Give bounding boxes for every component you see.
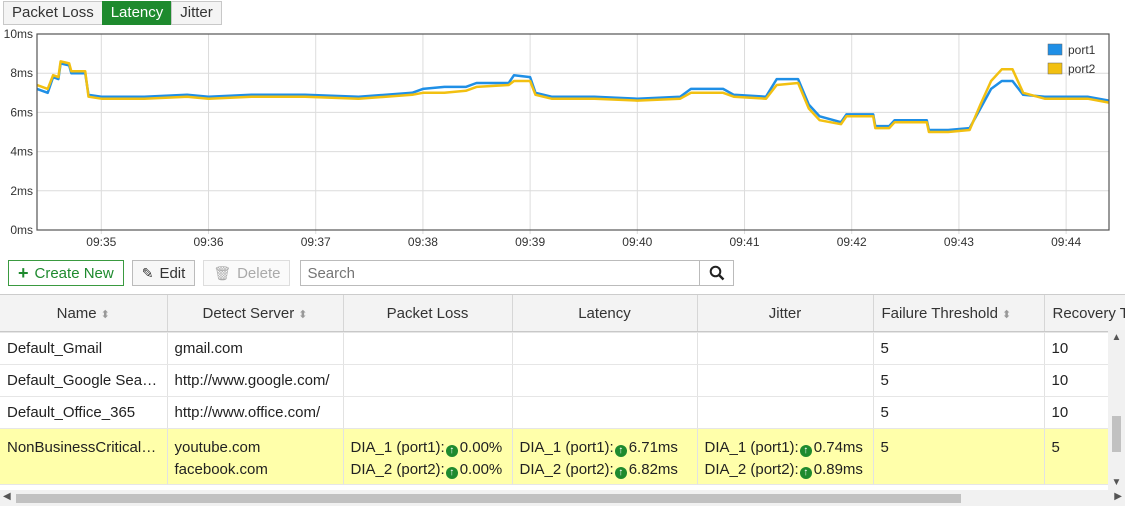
tab-jitter[interactable]: Jitter — [171, 1, 222, 25]
legend-swatch-port1 — [1047, 43, 1063, 56]
cell-server: http://www.office.com/ — [167, 396, 344, 429]
plus-icon: + — [18, 262, 29, 283]
cell-name: NonBusinessCritical_... — [0, 428, 168, 485]
scroll-left-icon[interactable]: ◀ — [3, 491, 11, 502]
vertical-scrollbar[interactable]: ▲ ▼ — [1108, 330, 1125, 490]
sla-table: Name ⬍ Detect Server ⬍ Packet Loss Latency… — [0, 294, 1125, 507]
trash-icon: 🗑 — [213, 264, 232, 281]
cell-latency: DIA_1 (port1): ↑ 6.71ms DIA_2 (port2): ↑ 6.8… — [512, 428, 698, 485]
tab-packet-loss[interactable]: Packet Loss — [3, 1, 103, 25]
legend-label-port2: port2 — [1068, 62, 1096, 76]
col-header-jitter[interactable]: Jitter — [697, 295, 874, 332]
y-tick-label: 8ms — [10, 66, 33, 80]
scroll-right-icon[interactable]: ▶ — [1114, 491, 1122, 502]
col-header-latency[interactable]: Latency — [512, 295, 698, 332]
x-tick-label: 09:41 — [730, 235, 760, 249]
search-button[interactable] — [700, 260, 735, 286]
cell-name: Default_Office_365 — [0, 396, 168, 429]
x-tick-label: 09:39 — [515, 235, 545, 249]
table-row[interactable]: Default_Google Search http://www.google.… — [0, 364, 1125, 397]
scroll-up-icon[interactable]: ▲ — [1108, 332, 1125, 343]
legend-label-port1: port1 — [1068, 43, 1096, 57]
sort-icon: ⬍ — [298, 308, 308, 321]
search-input[interactable] — [300, 260, 701, 286]
sort-icon: ⬍ — [100, 308, 110, 321]
cell-failure: 5 — [873, 396, 1045, 429]
search-icon — [709, 265, 725, 281]
cell-server: gmail.com — [167, 332, 344, 365]
search-box — [300, 260, 735, 286]
cell-server: http://www.google.com/ — [167, 364, 344, 397]
x-tick-label: 09:36 — [194, 235, 224, 249]
x-tick-label: 09:38 — [408, 235, 438, 249]
server-facebook: facebook.com — [174, 461, 268, 478]
arrow-up-icon: ↑ — [445, 445, 458, 457]
table-row[interactable]: Default_Gmail gmail.com 5 10 — [0, 332, 1125, 365]
y-tick-label: 4ms — [10, 145, 33, 159]
edit-label: Edit — [159, 264, 186, 282]
server-youtube: youtube.com — [174, 439, 261, 456]
delete-button[interactable]: 🗑 Delete — [203, 260, 291, 286]
y-tick-label: 6ms — [10, 105, 33, 119]
cell-server: youtube.com facebook.com — [167, 428, 344, 485]
arrow-up-icon: ↑ — [799, 467, 812, 479]
x-tick-label: 09:35 — [86, 235, 116, 249]
y-tick-label: 0ms — [10, 223, 33, 237]
create-new-button[interactable]: + Create New — [8, 260, 124, 286]
col-header-recovery-threshold[interactable]: Recovery Threshold — [1044, 295, 1125, 332]
y-tick-label: 2ms — [10, 184, 33, 198]
col-header-packet-loss[interactable]: Packet Loss — [343, 295, 513, 332]
col-header-name[interactable]: Name ⬍ — [0, 295, 168, 332]
x-tick-label: 09:43 — [944, 235, 974, 249]
arrow-up-icon: ↑ — [614, 467, 627, 479]
horizontal-scroll-thumb[interactable] — [16, 494, 961, 503]
x-tick-label: 09:42 — [837, 235, 867, 249]
pencil-icon: ✎ — [141, 264, 154, 281]
table-row-selected[interactable]: NonBusinessCritical_... youtube.com face… — [0, 428, 1125, 485]
arrow-up-icon: ↑ — [614, 445, 627, 457]
cell-jitter: DIA_1 (port1): ↑ 0.74ms DIA_2 (port2): ↑ 0.8… — [697, 428, 874, 485]
cell-name: Default_Gmail — [0, 332, 168, 365]
cell-name: Default_Google Search — [0, 364, 168, 397]
cell-failure: 5 — [873, 332, 1045, 365]
cell-packet-loss: DIA_1 (port1): ↑ 0.00% DIA_2 (port2): ↑ 0.00… — [343, 428, 513, 485]
horizontal-scrollbar[interactable]: ◀ ▶ — [0, 490, 1125, 506]
edit-button[interactable]: ✎ Edit — [131, 260, 196, 286]
x-tick-label: 09:40 — [622, 235, 652, 249]
scroll-down-icon[interactable]: ▼ — [1108, 477, 1125, 488]
y-tick-label: 10ms — [4, 27, 33, 41]
cell-failure: 5 — [873, 364, 1045, 397]
latency-chart: 0ms 2ms 4ms 6ms 8ms 10ms 09:35 09:36 09:37 09:38 0… — [4, 27, 1110, 249]
table-row[interactable]: Default_Office_365 http://www.office.com… — [0, 396, 1125, 429]
col-header-failure-threshold[interactable]: Failure Threshold ⬍ — [873, 295, 1045, 332]
col-header-detect-server[interactable]: Detect Server ⬍ — [167, 295, 344, 332]
arrow-up-icon: ↑ — [799, 445, 812, 457]
x-tick-label: 09:37 — [301, 235, 331, 249]
sort-icon: ⬍ — [1001, 308, 1012, 321]
x-tick-label: 09:44 — [1051, 235, 1081, 249]
legend-swatch-port2 — [1047, 62, 1063, 75]
vertical-scroll-thumb[interactable] — [1112, 416, 1121, 452]
create-new-label: Create New — [34, 264, 114, 282]
tab-latency[interactable]: Latency — [101, 1, 173, 25]
toolbar: + Create New ✎ Edit 🗑 Delete — [8, 260, 735, 286]
metric-tabs: Packet Loss Latency Jitter — [3, 1, 222, 25]
delete-label: Delete — [237, 264, 281, 282]
cell-failure: 5 — [873, 428, 1045, 485]
arrow-up-icon: ↑ — [445, 467, 458, 479]
